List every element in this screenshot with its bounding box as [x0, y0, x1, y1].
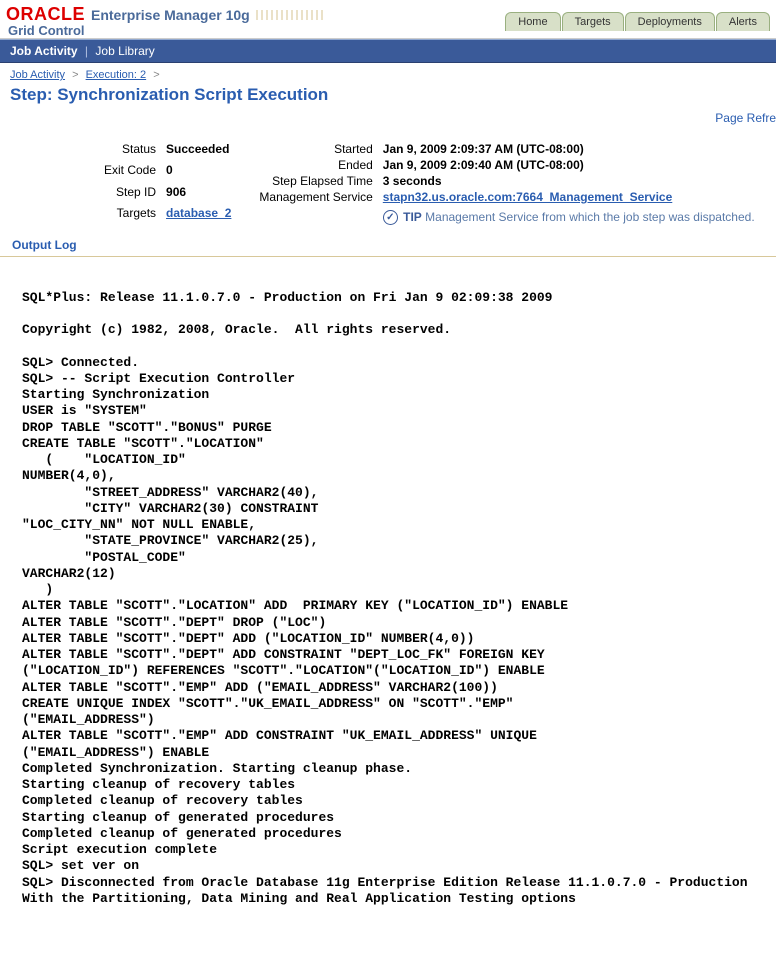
stripes-icon — [256, 10, 326, 20]
output-log-title: Output Log — [0, 236, 776, 254]
started-label: Started — [259, 141, 382, 157]
header-bar: ORACLE Enterprise Manager 10g Grid Contr… — [0, 0, 776, 39]
tab-deployments[interactable]: Deployments — [625, 12, 715, 31]
subnav-job-activity[interactable]: Job Activity — [10, 44, 78, 58]
breadcrumb-sep: > — [68, 69, 82, 81]
status-label: Status — [104, 141, 166, 162]
mgmt-service-link[interactable]: stapn32.us.oracle.com:7664_Management_Se… — [383, 190, 672, 204]
subnav: Job Activity | Job Library — [0, 39, 776, 63]
details-area: StatusSucceeded Exit Code0 Step ID906 Ta… — [0, 131, 776, 236]
subnav-job-library[interactable]: Job Library — [95, 44, 154, 58]
tip-text: Management Service from which the job st… — [425, 210, 755, 224]
page-refresh-link[interactable]: Page Refre — [0, 111, 776, 131]
section-divider — [0, 256, 776, 257]
grid-control-label: Grid Control — [8, 23, 85, 38]
tip-row: ✓ TIP Management Service from which the … — [383, 206, 755, 225]
step-elapsed-label: Step Elapsed Time — [259, 173, 382, 189]
started-value: Jan 9, 2009 2:09:37 AM (UTC-08:00) — [383, 141, 755, 157]
mgmt-service-label: Management Service — [259, 189, 382, 205]
ended-value: Jan 9, 2009 2:09:40 AM (UTC-08:00) — [383, 157, 755, 173]
breadcrumb: Job Activity > Execution: 2 > — [0, 63, 776, 83]
status-value: Succeeded — [166, 141, 231, 162]
tab-alerts[interactable]: Alerts — [716, 12, 770, 31]
breadcrumb-job-activity[interactable]: Job Activity — [10, 69, 65, 81]
targets-link[interactable]: database_2 — [166, 206, 231, 220]
breadcrumb-sep-2: > — [149, 69, 163, 81]
right-kv-col: StartedJan 9, 2009 2:09:37 AM (UTC-08:00… — [259, 141, 754, 226]
tab-targets[interactable]: Targets — [562, 12, 624, 31]
left-kv-col: StatusSucceeded Exit Code0 Step ID906 Ta… — [104, 141, 231, 226]
tip-label: TIP — [403, 210, 422, 224]
subnav-separator: | — [81, 44, 92, 58]
step-elapsed-value: 3 seconds — [383, 173, 755, 189]
em-title: Enterprise Manager 10g — [91, 7, 250, 23]
oracle-logo: ORACLE — [6, 4, 85, 25]
output-log: SQL*Plus: Release 11.1.0.7.0 - Productio… — [0, 265, 776, 921]
breadcrumb-execution[interactable]: Execution: 2 — [86, 69, 147, 81]
brand-block: ORACLE Enterprise Manager 10g Grid Contr… — [6, 4, 326, 38]
tab-home[interactable]: Home — [505, 12, 560, 31]
step-id-label: Step ID — [104, 184, 166, 205]
main-tabs: Home Targets Deployments Alerts — [505, 12, 770, 31]
tip-icon: ✓ — [383, 210, 398, 225]
step-id-value: 906 — [166, 184, 231, 205]
page-title: Step: Synchronization Script Execution — [0, 83, 776, 111]
exit-code-value: 0 — [166, 162, 231, 183]
exit-code-label: Exit Code — [104, 162, 166, 183]
ended-label: Ended — [259, 157, 382, 173]
targets-label: Targets — [104, 205, 166, 226]
